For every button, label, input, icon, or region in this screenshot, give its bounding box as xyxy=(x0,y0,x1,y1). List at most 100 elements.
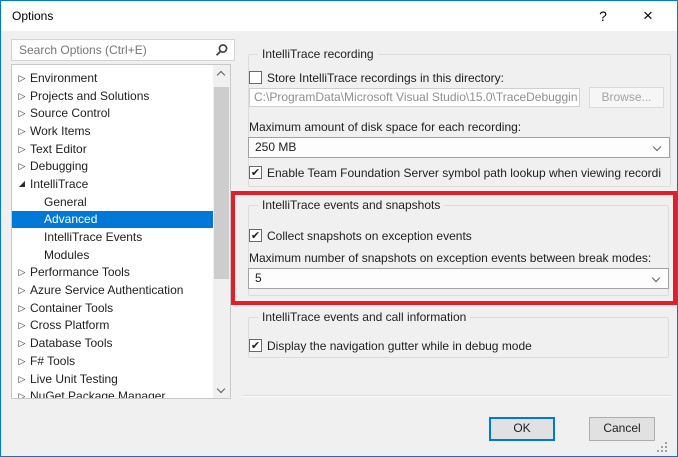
sidebar-item-label: Performance Tools xyxy=(30,265,130,279)
expand-arrow-icon[interactable]: ▷ xyxy=(16,391,28,399)
sidebar-item-debugging[interactable]: ▷Debugging xyxy=(12,157,213,175)
sidebar-item-live-unit-testing[interactable]: ▷Live Unit Testing xyxy=(12,370,213,388)
tree-scrollbar[interactable] xyxy=(213,65,230,398)
sidebar-item-label: Cross Platform xyxy=(30,318,109,332)
chevron-down-icon xyxy=(217,385,225,393)
collect-snapshots-checkbox[interactable]: ✔ xyxy=(249,229,262,242)
expand-arrow-icon[interactable]: ▷ xyxy=(16,108,28,118)
disk-space-label: Maximum amount of disk space for each re… xyxy=(249,120,521,135)
sidebar-item-label: General xyxy=(44,195,87,209)
max-snapshots-select[interactable]: 5 xyxy=(248,268,669,289)
help-button[interactable]: ? xyxy=(591,1,615,31)
window-title: Options xyxy=(12,1,53,31)
sidebar-item-general[interactable]: General xyxy=(12,193,213,211)
max-snapshots-label: Maximum number of snapshots on exception… xyxy=(249,251,651,266)
expand-arrow-icon[interactable]: ▷ xyxy=(16,285,28,295)
collapse-arrow-icon[interactable]: ◢ xyxy=(16,179,28,189)
tfs-symbol-label: Enable Team Foundation Server symbol pat… xyxy=(267,165,661,181)
footer-divider xyxy=(243,395,671,397)
scroll-down-button[interactable] xyxy=(213,381,230,398)
sidebar-item-text-editor[interactable]: ▷Text Editor xyxy=(12,140,213,158)
title-bar[interactable]: Options ? × xyxy=(1,1,677,31)
check-icon: ✔ xyxy=(251,167,260,178)
tfs-symbol-checkbox-row[interactable]: ✔ Enable Team Foundation Server symbol p… xyxy=(249,165,673,181)
expand-arrow-icon[interactable]: ▷ xyxy=(16,161,28,171)
sidebar-item-projects-and-solutions[interactable]: ▷Projects and Solutions xyxy=(12,87,213,105)
disk-space-value: 250 MB xyxy=(255,138,296,157)
help-icon: ? xyxy=(599,8,607,24)
group-title: IntelliTrace events and snapshots xyxy=(258,198,444,213)
chevron-down-icon xyxy=(652,274,660,282)
sidebar-item-label: Azure Service Authentication xyxy=(30,283,183,297)
store-recordings-checkbox-row[interactable]: Store IntelliTrace recordings in this di… xyxy=(249,70,669,86)
recordings-directory-field[interactable]: C:\ProgramData\Microsoft Visual Studio\1… xyxy=(249,88,580,107)
max-snapshots-value: 5 xyxy=(255,269,262,288)
scrollbar-thumb[interactable] xyxy=(214,87,229,279)
expand-arrow-icon[interactable]: ▷ xyxy=(16,356,28,366)
sidebar-item-environment[interactable]: ▷Environment xyxy=(12,69,213,87)
collect-snapshots-checkbox-row[interactable]: ✔ Collect snapshots on exception events xyxy=(249,228,659,244)
search-input[interactable]: Search Options (Ctrl+E) xyxy=(11,39,235,61)
sidebar-item-database-tools[interactable]: ▷Database Tools xyxy=(12,334,213,352)
sidebar-item-label: Database Tools xyxy=(30,336,113,350)
sidebar-item-source-control[interactable]: ▷Source Control xyxy=(12,104,213,122)
group-title: IntelliTrace events and call information xyxy=(258,310,470,325)
check-icon: ✔ xyxy=(251,230,260,241)
expand-arrow-icon[interactable]: ▷ xyxy=(16,338,28,348)
expand-arrow-icon[interactable]: ▷ xyxy=(16,126,28,136)
sidebar-item-performance-tools[interactable]: ▷Performance Tools xyxy=(12,264,213,282)
sidebar-item-label: Environment xyxy=(30,71,97,85)
group-title: IntelliTrace recording xyxy=(258,47,378,62)
sidebar-item-label: Modules xyxy=(44,248,89,262)
disk-space-select[interactable]: 250 MB xyxy=(248,137,670,158)
sidebar-item-work-items[interactable]: ▷Work Items xyxy=(12,122,213,140)
sidebar-item-label: Text Editor xyxy=(30,142,87,156)
store-recordings-label: Store IntelliTrace recordings in this di… xyxy=(267,70,504,86)
chevron-up-icon xyxy=(217,71,225,79)
sidebar-item-modules[interactable]: Modules xyxy=(12,246,213,264)
collect-snapshots-label: Collect snapshots on exception events xyxy=(267,228,472,244)
resize-grip[interactable] xyxy=(657,442,668,453)
close-button[interactable]: × xyxy=(635,1,661,31)
store-recordings-checkbox[interactable] xyxy=(249,71,262,84)
sidebar-item-label: Live Unit Testing xyxy=(30,372,118,386)
check-icon: ✔ xyxy=(251,340,260,351)
cancel-button[interactable]: Cancel xyxy=(589,417,655,441)
sidebar-item-intellitrace-events[interactable]: IntelliTrace Events xyxy=(12,228,213,246)
ok-button[interactable]: OK xyxy=(489,417,555,441)
close-icon: × xyxy=(643,6,653,25)
sidebar-item-azure-service-authentication[interactable]: ▷Azure Service Authentication xyxy=(12,281,213,299)
browse-button[interactable]: Browse... xyxy=(589,87,664,108)
sidebar-item-label: NuGet Package Manager xyxy=(30,389,165,399)
sidebar-item-label: Source Control xyxy=(30,106,110,120)
tfs-symbol-checkbox[interactable]: ✔ xyxy=(249,166,262,179)
expand-arrow-icon[interactable]: ▷ xyxy=(16,303,28,313)
options-tree[interactable]: ▷Environment▷Projects and Solutions▷Sour… xyxy=(11,64,231,399)
sidebar-item-label: Work Items xyxy=(30,124,90,138)
expand-arrow-icon[interactable]: ▷ xyxy=(16,91,28,101)
expand-arrow-icon[interactable]: ▷ xyxy=(16,144,28,154)
sidebar-item-f-tools[interactable]: ▷F# Tools xyxy=(12,352,213,370)
search-icon[interactable] xyxy=(214,43,229,58)
sidebar-item-label: Projects and Solutions xyxy=(30,89,149,103)
navigation-gutter-checkbox[interactable]: ✔ xyxy=(249,339,262,352)
sidebar-item-label: Debugging xyxy=(30,159,88,173)
search-placeholder: Search Options (Ctrl+E) xyxy=(19,40,147,60)
options-dialog: Options ? × Search Options (Ctrl+E) ▷Env… xyxy=(0,0,678,457)
expand-arrow-icon[interactable]: ▷ xyxy=(16,374,28,384)
expand-arrow-icon[interactable]: ▷ xyxy=(16,267,28,277)
sidebar-item-advanced[interactable]: Advanced xyxy=(12,211,213,229)
sidebar-item-container-tools[interactable]: ▷Container Tools xyxy=(12,299,213,317)
sidebar-item-nuget-package-manager[interactable]: ▷NuGet Package Manager xyxy=(12,387,213,399)
expand-arrow-icon[interactable]: ▷ xyxy=(16,73,28,83)
scroll-up-button[interactable] xyxy=(213,65,230,82)
navigation-gutter-checkbox-row[interactable]: ✔ Display the navigation gutter while in… xyxy=(249,338,659,354)
chevron-down-icon xyxy=(653,143,661,151)
sidebar-item-label: IntelliTrace xyxy=(30,177,88,191)
sidebar-item-label: Advanced xyxy=(44,212,97,226)
sidebar-item-cross-platform[interactable]: ▷Cross Platform xyxy=(12,317,213,335)
sidebar-item-label: F# Tools xyxy=(30,354,75,368)
sidebar-item-label: Container Tools xyxy=(30,301,113,315)
sidebar-item-intellitrace[interactable]: ◢IntelliTrace xyxy=(12,175,213,193)
expand-arrow-icon[interactable]: ▷ xyxy=(16,320,28,330)
